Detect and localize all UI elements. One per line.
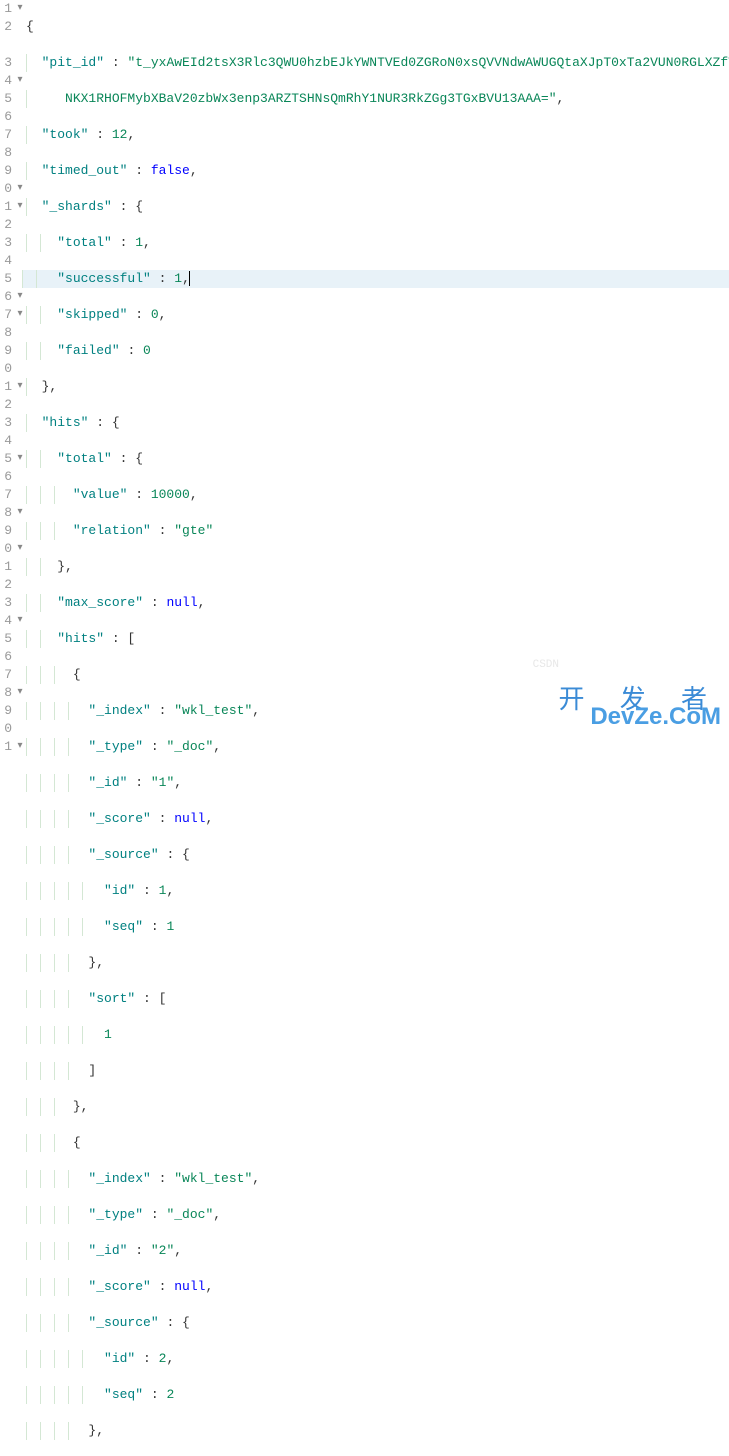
brace: {: [26, 19, 34, 34]
fold-triangle-icon[interactable]: [14, 414, 26, 432]
watermark-faint: CSDN: [533, 656, 559, 674]
fold-triangle-icon[interactable]: [14, 720, 26, 738]
fold-triangle-icon[interactable]: ▾: [14, 180, 26, 198]
fold-triangle-icon[interactable]: [14, 594, 26, 612]
json-key-hits-total: "total": [57, 451, 112, 466]
fold-triangle-icon[interactable]: ▾: [14, 504, 26, 522]
code-area: { "pit_id" : "t_yxAwEId2tsX3Rlc3QWU0hzbE…: [26, 0, 729, 1456]
fold-triangle-icon[interactable]: [14, 630, 26, 648]
fold-triangle-icon[interactable]: [14, 522, 26, 540]
json-key-src-id: "id": [104, 883, 135, 898]
json-key-timed-out: "timed_out": [42, 163, 128, 178]
fold-triangle-icon[interactable]: [14, 162, 26, 180]
json-key-took: "took": [42, 127, 89, 142]
fold-triangle-icon[interactable]: ▾: [14, 198, 26, 216]
fold-triangle-icon[interactable]: ▾: [14, 378, 26, 396]
fold-triangle-icon[interactable]: [14, 576, 26, 594]
json-key-total: "total": [57, 235, 112, 250]
fold-triangle-icon[interactable]: ▾: [14, 540, 26, 558]
fold-triangle-icon[interactable]: [14, 360, 26, 378]
fold-triangle-icon[interactable]: ▾: [14, 72, 26, 90]
fold-triangle-icon[interactable]: [14, 108, 26, 126]
fold-triangle-icon[interactable]: [14, 648, 26, 666]
fold-triangle-icon[interactable]: [14, 324, 26, 342]
fold-triangle-icon[interactable]: [14, 216, 26, 234]
json-key-score: "_score": [88, 811, 150, 826]
fold-triangle-icon[interactable]: ▾: [14, 306, 26, 324]
fold-triangle-icon[interactable]: [14, 558, 26, 576]
fold-triangle-icon[interactable]: ▾: [14, 0, 26, 18]
fold-triangle-icon[interactable]: [14, 252, 26, 270]
fold-triangle-icon[interactable]: [14, 486, 26, 504]
fold-triangle-icon[interactable]: ▾: [14, 288, 26, 306]
json-val-timed-out: false: [151, 163, 190, 178]
line-number-gutter: 1234567890123456789012345678901234567890…: [0, 0, 14, 728]
json-key-source: "_source": [88, 847, 158, 862]
fold-triangle-icon[interactable]: [14, 432, 26, 450]
json-key-pit-id: "pit_id": [42, 55, 104, 70]
fold-triangle-icon[interactable]: ▾: [14, 684, 26, 702]
fold-triangle-icon[interactable]: ▾: [14, 450, 26, 468]
json-key-sort: "sort": [88, 991, 135, 1006]
fold-gutter: ▾▾▾▾▾▾▾▾▾▾▾▾▾: [14, 0, 26, 728]
json-key-skipped: "skipped": [57, 307, 127, 322]
json-key-failed: "failed": [57, 343, 119, 358]
json-key-relation: "relation": [73, 523, 151, 538]
highlighted-line[interactable]: "successful" : 1,: [22, 270, 729, 288]
json-key-shards: "_shards": [42, 199, 112, 214]
json-key-hits-array: "hits": [57, 631, 104, 646]
fold-triangle-icon[interactable]: [14, 54, 26, 72]
fold-triangle-icon[interactable]: [14, 468, 26, 486]
fold-triangle-icon[interactable]: [14, 36, 26, 54]
json-key-type: "_type": [88, 739, 143, 754]
fold-triangle-icon[interactable]: ▾: [14, 738, 26, 756]
json-key-src-seq: "seq": [104, 919, 143, 934]
fold-triangle-icon[interactable]: [14, 18, 26, 36]
fold-triangle-icon[interactable]: [14, 702, 26, 720]
fold-triangle-icon[interactable]: [14, 666, 26, 684]
fold-triangle-icon[interactable]: [14, 342, 26, 360]
json-key-index: "_index": [88, 703, 150, 718]
json-key-max-score: "max_score": [57, 595, 143, 610]
json-key-id: "_id": [88, 775, 127, 790]
json-val-took: 12: [112, 127, 128, 142]
fold-triangle-icon[interactable]: [14, 126, 26, 144]
fold-triangle-icon[interactable]: [14, 396, 26, 414]
fold-triangle-icon[interactable]: [14, 234, 26, 252]
fold-triangle-icon[interactable]: ▾: [14, 612, 26, 630]
json-key-hits: "hits": [42, 415, 89, 430]
json-val-pit-id: "t_yxAwEId2tsX3Rlc3QWU0hzbEJkYWNTVEd0ZGR…: [127, 55, 729, 70]
json-key-value: "value": [73, 487, 128, 502]
fold-triangle-icon[interactable]: [14, 90, 26, 108]
json-key-successful: "successful": [57, 271, 151, 286]
fold-triangle-icon[interactable]: [14, 144, 26, 162]
text-cursor: [189, 271, 190, 286]
